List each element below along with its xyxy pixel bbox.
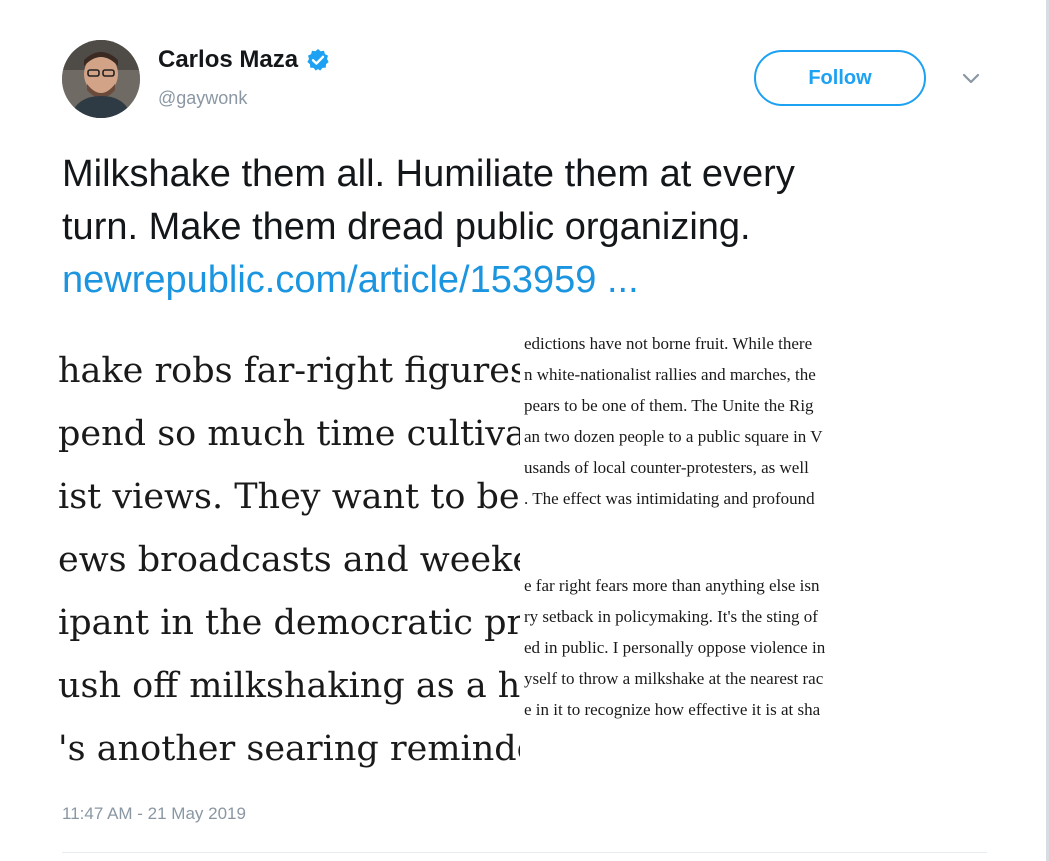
article-line: pend so much time cultiva — [58, 414, 520, 454]
tweet-text-line: turn. Make them dread public organizing. — [62, 206, 751, 248]
divider — [62, 852, 987, 853]
article-line: n white-nationalist rallies and marches,… — [524, 365, 816, 384]
follow-button[interactable]: Follow — [754, 50, 926, 106]
article-line: yself to throw a milkshake at the neares… — [524, 669, 824, 688]
tweet-text-line: Milkshake them all. Humiliate them at ev… — [62, 153, 795, 195]
author-display-name[interactable]: Carlos Maza — [158, 46, 298, 74]
chevron-down-icon[interactable] — [960, 68, 982, 90]
article-line: ipant in the democratic pr — [58, 603, 520, 643]
article-screenshot-image[interactable]: hake robs far-right figures pend so much… — [58, 320, 988, 780]
article-line: ews broadcasts and weeke — [58, 540, 520, 580]
article-right-column: edictions have not borne fruit. While th… — [524, 328, 986, 725]
article-line: an two dozen people to a public square i… — [524, 427, 823, 446]
article-line: ed in public. I personally oppose violen… — [524, 638, 826, 657]
article-line: e in it to recognize how effective it is… — [524, 700, 821, 719]
tweet-timestamp[interactable]: 11:47 AM - 21 May 2019 — [62, 804, 246, 824]
verified-badge-icon — [306, 48, 330, 72]
article-link[interactable]: newrepublic.com/article/153959 ... — [62, 259, 639, 301]
article-line: ist views. They want to be — [58, 477, 520, 517]
article-line: edictions have not borne fruit. While th… — [524, 334, 813, 353]
article-line: . The effect was intimidating and profou… — [524, 489, 815, 508]
tweet-card: Carlos Maza @gaywonk Follow Milkshake th… — [0, 0, 1049, 861]
article-line: pears to be one of them. The Unite the R… — [524, 396, 814, 415]
article-line: ush off milkshaking as a h — [58, 666, 520, 706]
article-line: 's another searing reminde — [58, 729, 520, 769]
author-handle[interactable]: @gaywonk — [158, 88, 247, 109]
article-line: e far right fears more than anything els… — [524, 576, 820, 595]
profile-photo-icon — [62, 40, 140, 118]
article-line: hake robs far-right figures — [58, 351, 520, 391]
article-left-column: hake robs far-right figures pend so much… — [58, 340, 520, 780]
author-name-row[interactable]: Carlos Maza — [158, 46, 330, 74]
avatar[interactable] — [62, 40, 140, 118]
article-line: usands of local counter-protesters, as w… — [524, 458, 809, 477]
tweet-text: Milkshake them all. Humiliate them at ev… — [62, 148, 1002, 307]
article-line: ry setback in policymaking. It's the sti… — [524, 607, 818, 626]
